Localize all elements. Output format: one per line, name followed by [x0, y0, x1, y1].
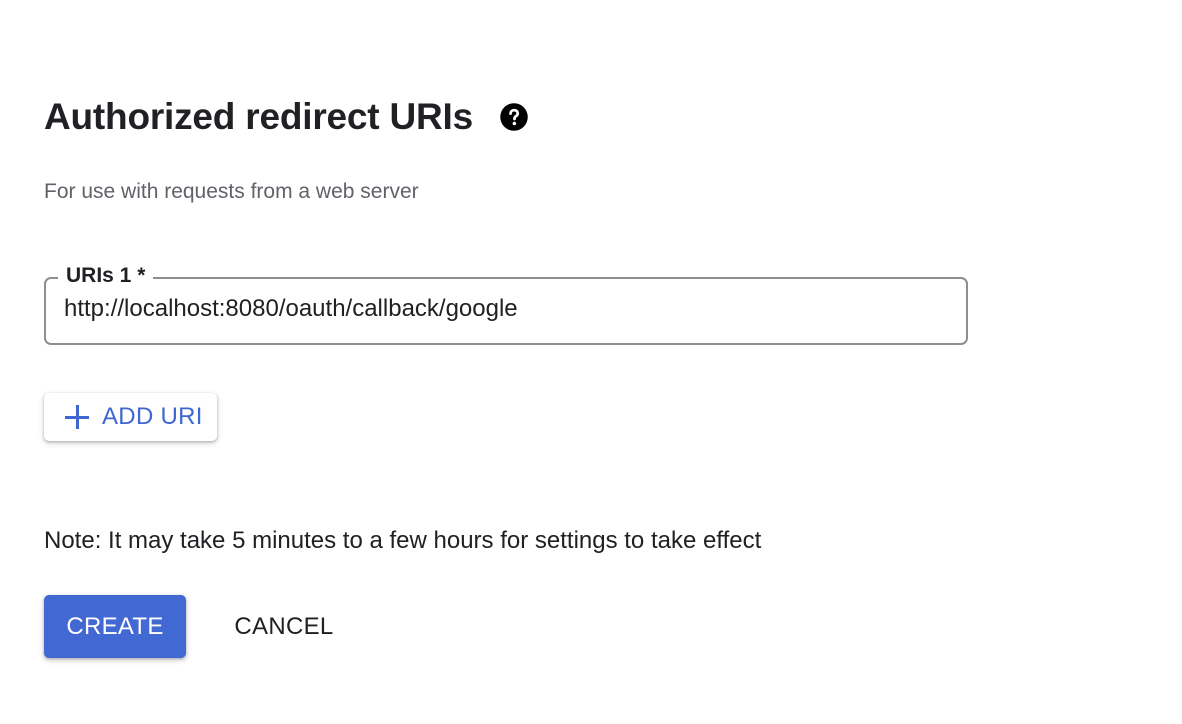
settings-note: Note: It may take 5 minutes to a few hou…: [44, 527, 762, 554]
help-circle-icon[interactable]: [499, 102, 529, 132]
uri-field-label: URIs 1 *: [58, 263, 154, 289]
section-header: Authorized redirect URIs: [44, 96, 529, 138]
add-uri-label: ADD URI: [102, 403, 203, 430]
section-title: Authorized redirect URIs: [44, 96, 473, 137]
create-button[interactable]: CREATE: [44, 595, 186, 658]
uri-field[interactable]: URIs 1 *: [44, 263, 968, 345]
create-button-label: CREATE: [66, 612, 164, 640]
add-uri-button[interactable]: ADD URI: [44, 393, 217, 441]
plus-icon: [64, 404, 90, 430]
cancel-button[interactable]: CANCEL: [214, 595, 354, 658]
redirect-uris-panel: Authorized redirect URIs For use with re…: [0, 0, 1182, 724]
uri-input[interactable]: [64, 293, 944, 325]
cancel-button-label: CANCEL: [234, 612, 334, 640]
section-subtitle: For use with requests from a web server: [44, 180, 419, 203]
